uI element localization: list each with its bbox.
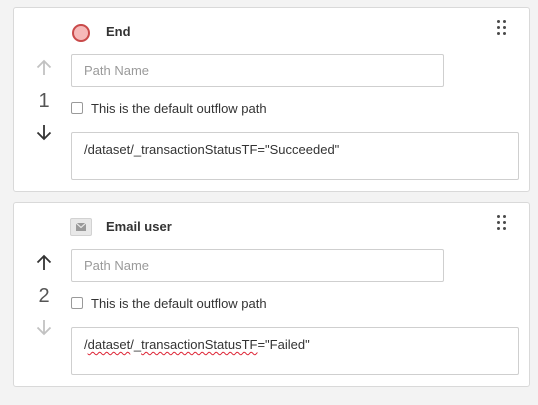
path-card-1: End 1 This is the default outflow path /… (13, 7, 530, 192)
default-outflow-checkbox[interactable] (71, 102, 83, 114)
condition-expression-field[interactable]: /dataset/_transactionStatusTF="Succeeded… (71, 132, 519, 180)
path-title: End (106, 24, 131, 39)
move-up-arrow-icon[interactable] (34, 58, 54, 78)
path-name-input[interactable] (71, 249, 444, 282)
move-down-arrow-icon[interactable] (34, 122, 54, 142)
drag-handle-icon[interactable] (497, 20, 507, 36)
default-outflow-label: This is the default outflow path (91, 101, 267, 116)
path-card-2: Email user 2 This is the default outflow… (13, 202, 530, 387)
condition-expression-field[interactable]: /dataset/_transactionStatusTF="Failed" (71, 327, 519, 375)
path-title: Email user (106, 219, 172, 234)
default-outflow-checkbox[interactable] (71, 297, 83, 309)
drag-handle-icon[interactable] (497, 215, 507, 231)
move-down-arrow-icon[interactable] (34, 317, 54, 337)
condition-text: /dataset/_transactionStatusTF="Failed" (84, 337, 310, 352)
order-number: 1 (38, 90, 50, 112)
condition-text: /dataset/_transactionStatusTF="Succeeded… (84, 142, 340, 157)
path-name-input[interactable] (71, 54, 444, 87)
end-circle-icon (72, 24, 90, 42)
envelope-icon (70, 218, 92, 236)
move-up-arrow-icon[interactable] (34, 253, 54, 273)
order-number: 2 (38, 285, 50, 307)
default-outflow-label: This is the default outflow path (91, 296, 267, 311)
